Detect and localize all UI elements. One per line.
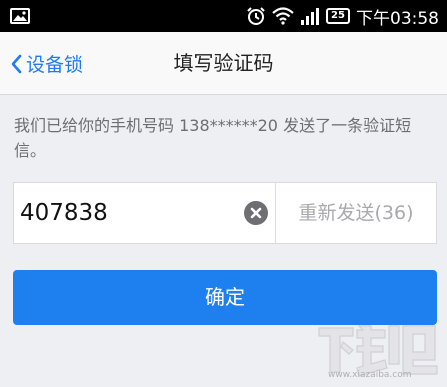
hint-text: 我们已给你的手机号码 138******20 发送了一条验证短信。 — [14, 116, 412, 160]
clear-button[interactable] — [244, 201, 268, 225]
signal-icon — [301, 8, 319, 25]
confirm-button[interactable]: 确定 — [13, 270, 437, 325]
code-input-box: 重新发送(36) — [13, 182, 437, 244]
gallery-icon — [10, 8, 30, 24]
verification-code-input[interactable] — [20, 183, 240, 243]
alarm-icon — [247, 7, 265, 25]
page-title: 填写验证码 — [173, 51, 274, 75]
close-icon — [250, 207, 262, 219]
wifi-icon — [272, 7, 294, 25]
resend-button[interactable]: 重新发送(36) — [276, 183, 436, 243]
status-time: 下午03:58 — [356, 8, 439, 29]
status-bar: 25 下午03:58 — [0, 0, 447, 32]
battery-icon: 25 — [326, 8, 350, 24]
watermark-url: www.xiazaiba.com — [328, 370, 412, 380]
nav-bar: 设备锁 填写验证码 — [0, 32, 447, 95]
